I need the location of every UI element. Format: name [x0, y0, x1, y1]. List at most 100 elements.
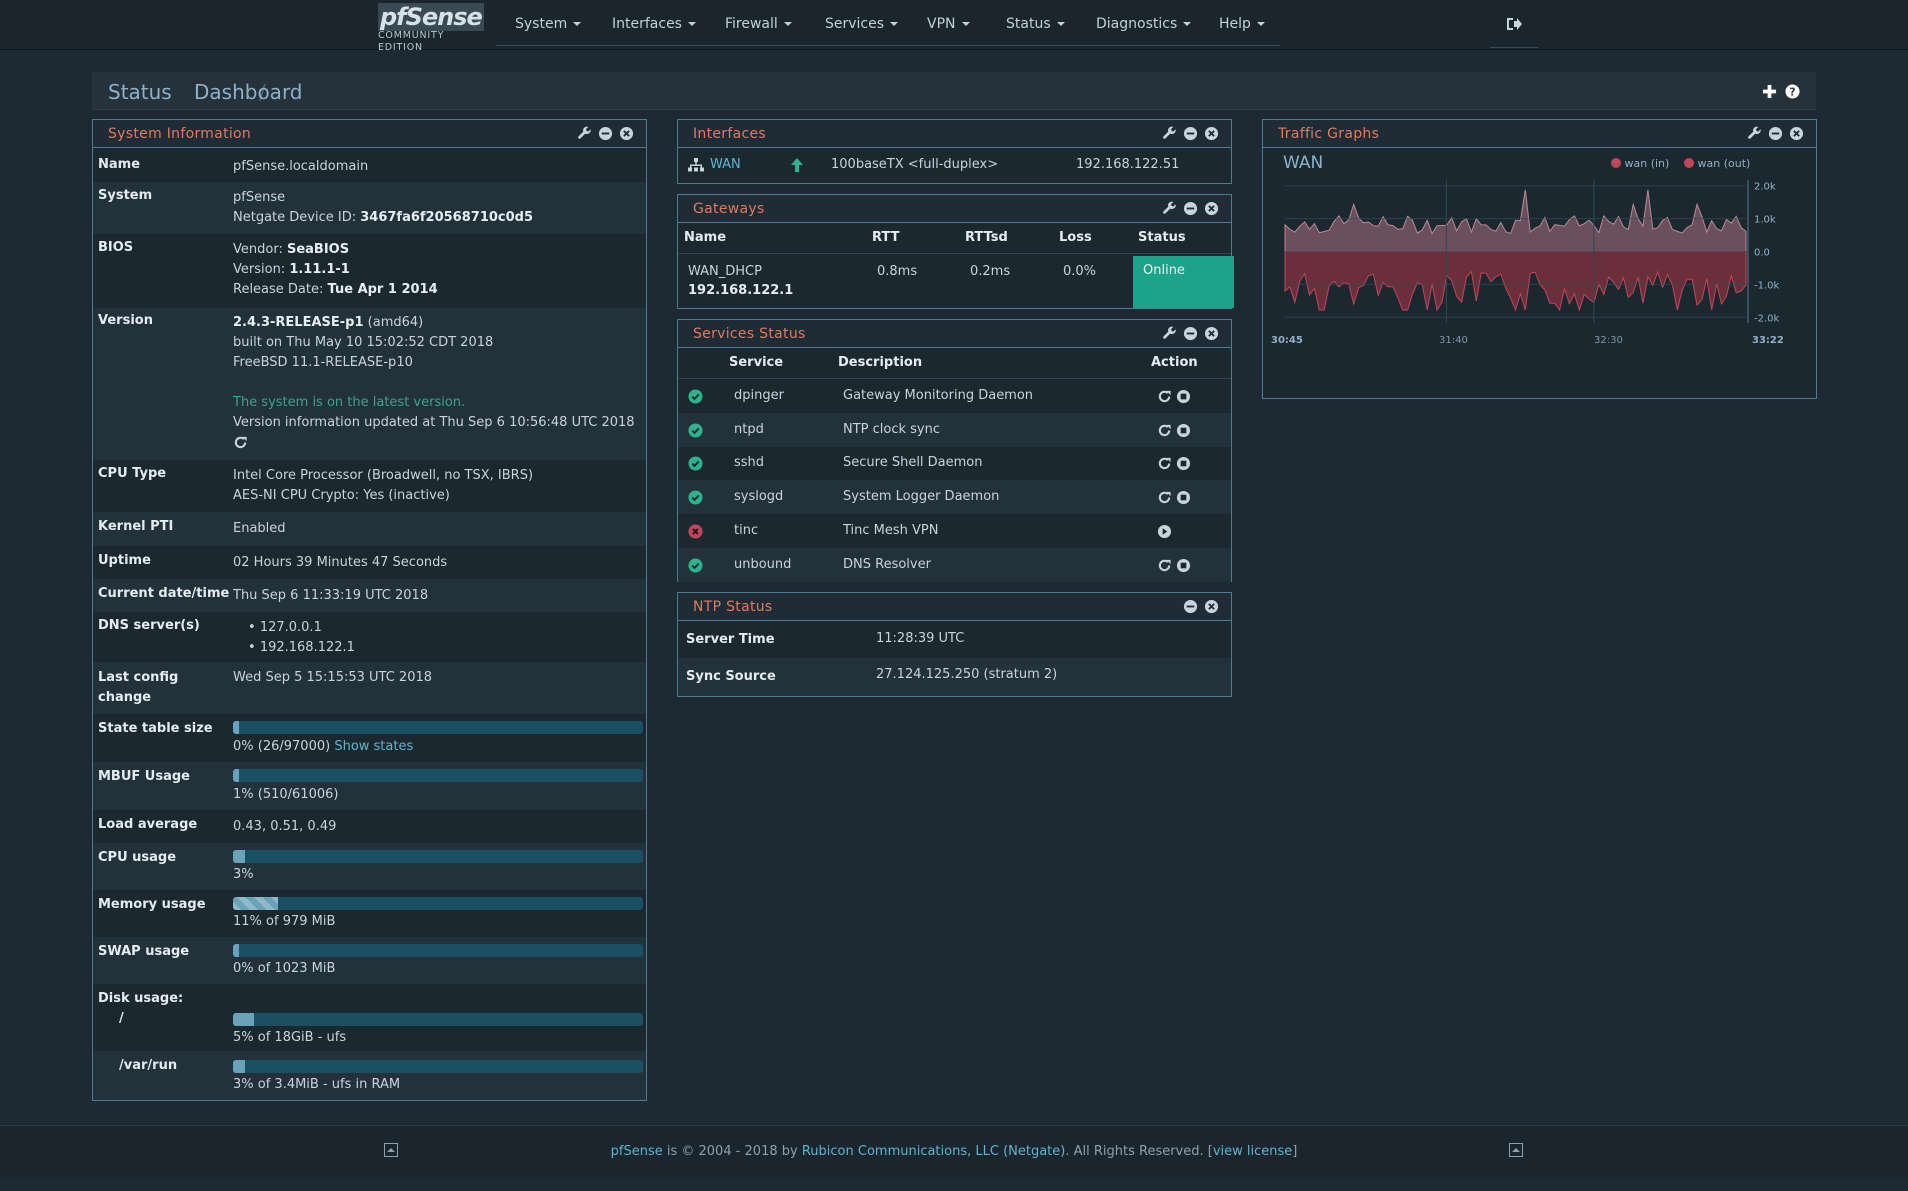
minimize-icon[interactable]	[598, 126, 613, 141]
minimize-icon[interactable]	[1768, 126, 1783, 141]
close-icon[interactable]	[1789, 126, 1804, 141]
caret-down-icon	[890, 22, 899, 26]
sysinfo-row-cpu-usage: CPU usage 3%	[93, 843, 646, 890]
sysinfo-row-dns: DNS server(s) • 127.0.0.1 • 192.168.122.…	[93, 612, 646, 662]
status-running-icon	[688, 389, 703, 404]
footer-copyright: is © 2004 - 2018 by	[662, 1144, 802, 1159]
breadcrumb-dashboard[interactable]: Dashboard	[194, 80, 303, 104]
wrench-icon[interactable]	[1747, 126, 1762, 141]
row-value: • 127.0.0.1 • 192.168.122.1	[248, 620, 355, 655]
row-label: Server Time	[686, 632, 775, 647]
row-value: Intel Core Processor (Broadwell, no TSX,…	[233, 466, 533, 506]
play-icon[interactable]	[1157, 524, 1172, 539]
disk-mount: /	[119, 1011, 124, 1026]
minimize-icon[interactable]	[1183, 126, 1198, 141]
panel-title[interactable]: NTP Status	[693, 599, 773, 615]
stop-icon[interactable]	[1176, 558, 1191, 573]
panel-header: NTP Status	[678, 593, 1231, 621]
service-row: tinc Tinc Mesh VPN	[678, 514, 1231, 548]
nav-vpn[interactable]: VPN	[927, 0, 970, 48]
y-tick-label: 1.0k	[1754, 215, 1776, 226]
minimize-icon[interactable]	[1183, 599, 1198, 614]
add-widget-icon[interactable]	[1762, 84, 1777, 99]
restart-icon[interactable]	[1157, 389, 1172, 404]
ntp-server-time-row: Server Time 11:28:39 UTC	[678, 621, 1231, 658]
refresh-icon[interactable]	[233, 435, 248, 450]
stop-icon[interactable]	[1176, 389, 1191, 404]
y-tick-label: 0.0	[1754, 248, 1770, 259]
row-label: SWAP usage	[98, 944, 190, 959]
nav-interfaces[interactable]: Interfaces	[612, 0, 696, 48]
row-value: 3%	[233, 867, 254, 882]
panel-title[interactable]: Gateways	[693, 201, 765, 217]
row-label: Load average	[98, 817, 198, 832]
swap-progress	[233, 944, 643, 957]
stop-icon[interactable]	[1176, 490, 1191, 505]
service-description: System Logger Daemon	[843, 489, 1000, 505]
view-license-link[interactable]: view license	[1213, 1144, 1292, 1159]
column-header: Action	[1151, 355, 1198, 370]
logo-edition: COMMUNITY EDITION	[378, 30, 445, 53]
gateway-rtt: 0.8ms	[877, 264, 918, 279]
progress-fill	[233, 769, 240, 782]
close-icon[interactable]	[619, 126, 634, 141]
traffic-graphs-panel: Traffic Graphs WAN wan (in) wan (out) 2.…	[1262, 119, 1817, 399]
close-icon[interactable]	[1204, 201, 1219, 216]
panel-title[interactable]: Services Status	[693, 326, 806, 342]
stop-icon[interactable]	[1176, 456, 1191, 471]
bios-date-label: Release Date:	[233, 282, 324, 297]
footer-pfsense-link[interactable]: pfSense	[611, 1144, 663, 1159]
breadcrumb-status[interactable]: Status	[108, 80, 172, 104]
interface-ip: 192.168.122.51	[1076, 157, 1180, 172]
version-built: built on Thu May 10 15:02:52 CDT 2018	[233, 335, 494, 350]
interface-name-link[interactable]: WAN	[710, 157, 741, 172]
sysinfo-row-disk: Disk usage: / 5% of 18GiB - ufs	[93, 984, 646, 1051]
panel-title[interactable]: System Information	[108, 126, 251, 142]
nav-services[interactable]: Services	[825, 0, 899, 48]
restart-icon[interactable]	[1157, 423, 1172, 438]
restart-icon[interactable]	[1157, 558, 1172, 573]
system-information-panel: System Information Name pfSense.localdom…	[92, 119, 647, 1101]
show-states-link[interactable]: Show states	[334, 739, 413, 754]
row-label: Version	[98, 313, 153, 328]
minimize-icon[interactable]	[1183, 326, 1198, 341]
status-running-icon	[688, 490, 703, 505]
nav-firewall[interactable]: Firewall	[725, 0, 792, 48]
nav-label: Status	[1006, 16, 1051, 32]
minimize-icon[interactable]	[1183, 201, 1198, 216]
stop-icon[interactable]	[1176, 423, 1191, 438]
service-name: tinc	[734, 522, 759, 538]
close-icon[interactable]	[1204, 326, 1219, 341]
sysinfo-row-load: Load average 0.43, 0.51, 0.49	[93, 810, 646, 843]
pfsense-logo[interactable]: pfSense COMMUNITY EDITION	[378, 3, 488, 53]
row-label: Sync Source	[686, 669, 776, 684]
nav-help[interactable]: Help	[1219, 0, 1265, 48]
panel-title[interactable]: Interfaces	[693, 126, 766, 142]
row-value: 02 Hours 39 Minutes 47 Seconds	[233, 555, 448, 570]
gateway-row: WAN_DHCP 192.168.122.1 0.8ms 0.2ms 0.0% …	[678, 256, 1234, 308]
wrench-icon[interactable]	[1162, 326, 1177, 341]
wrench-icon[interactable]	[1162, 126, 1177, 141]
service-row: ntpd NTP clock sync	[678, 412, 1231, 447]
panel-title[interactable]: Traffic Graphs	[1278, 126, 1379, 142]
close-icon[interactable]	[1204, 599, 1219, 614]
sysinfo-row-state-table: State table size 0% (26/97000) Show stat…	[93, 714, 646, 762]
help-icon[interactable]: ?	[1785, 84, 1800, 99]
scroll-top-icon[interactable]	[1509, 1143, 1523, 1157]
caret-down-icon	[1056, 22, 1065, 26]
panel-header: System Information	[93, 120, 646, 148]
logout-button[interactable]	[1490, 0, 1538, 48]
restart-icon[interactable]	[1157, 456, 1172, 471]
nav-system[interactable]: System	[515, 0, 582, 48]
disk-varrun-progress	[233, 1060, 643, 1073]
sysinfo-row-datetime: Current date/time Thu Sep 6 11:33:19 UTC…	[93, 579, 646, 612]
close-icon[interactable]	[1204, 126, 1219, 141]
restart-icon[interactable]	[1157, 490, 1172, 505]
wrench-icon[interactable]	[1162, 201, 1177, 216]
nav-status[interactable]: Status	[1006, 0, 1065, 48]
nav-diagnostics[interactable]: Diagnostics	[1096, 0, 1192, 48]
wrench-icon[interactable]	[577, 126, 592, 141]
row-label: CPU Type	[98, 466, 167, 481]
gateways-header-row: Name RTT RTTsd Loss Status	[678, 223, 1231, 254]
footer-rubicon-link[interactable]: Rubicon Communications, LLC (Netgate)	[802, 1144, 1066, 1159]
